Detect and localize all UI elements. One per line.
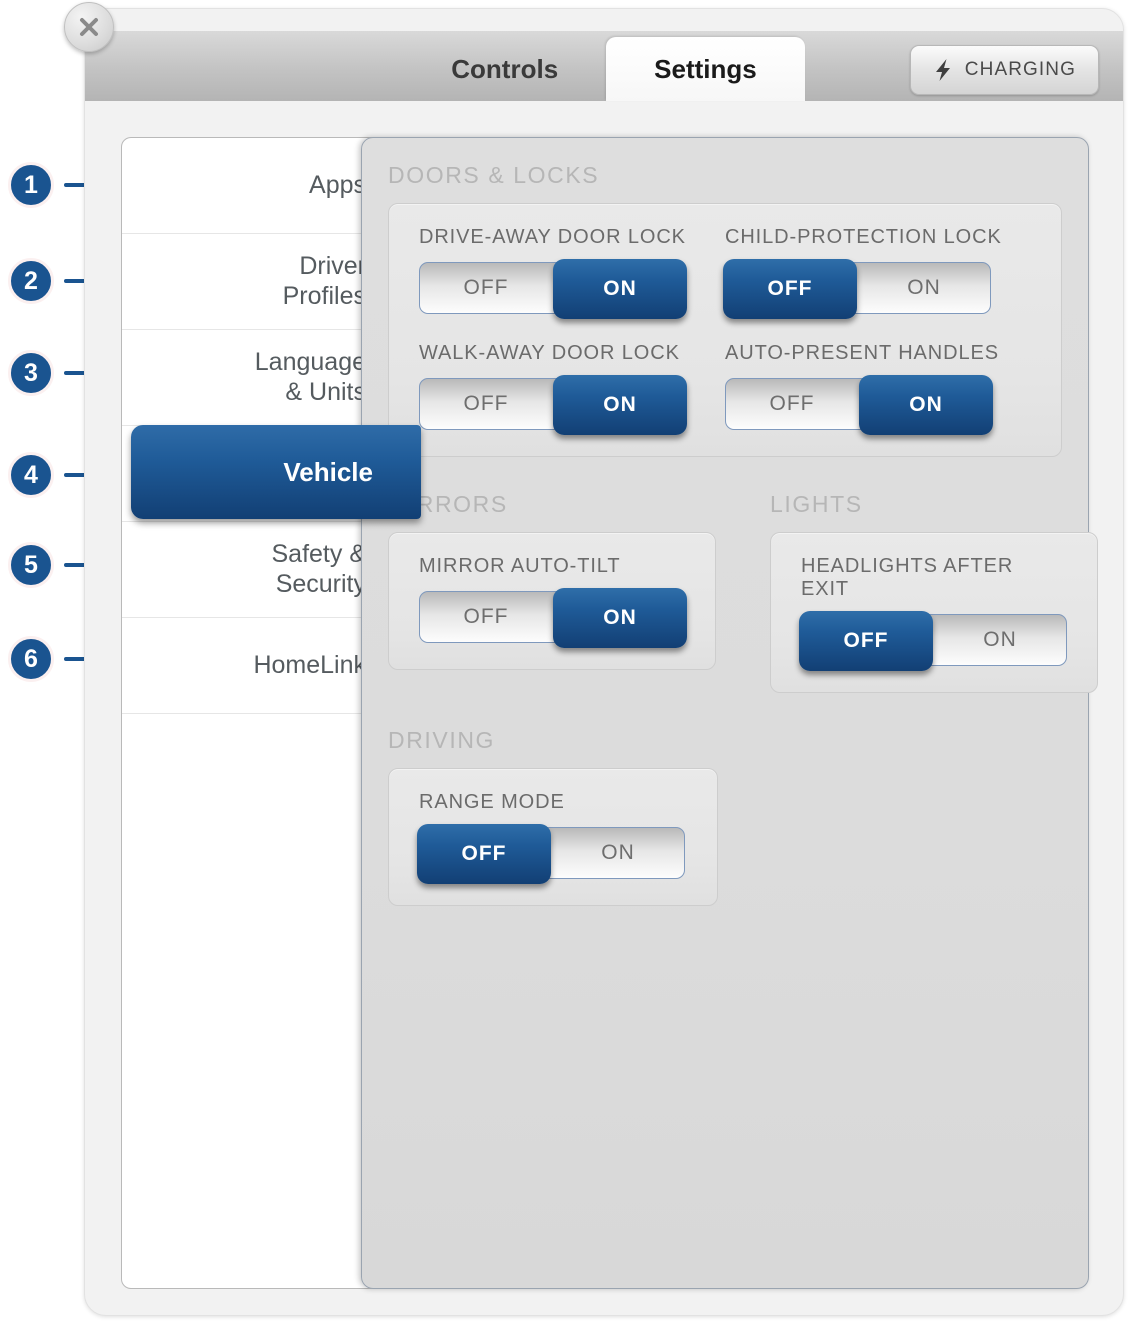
toggle-off-segment[interactable]: OFF — [420, 592, 552, 642]
charging-label: CHARGING — [964, 59, 1076, 80]
toggle-knob[interactable]: OFF — [417, 824, 551, 884]
toggle-knob[interactable]: OFF — [723, 259, 857, 319]
sidebar-item-driver-profiles[interactable]: Driver Profiles — [122, 234, 388, 330]
settings-sidebar: Apps Driver Profiles Language & Units Sa… — [121, 137, 389, 1289]
toggle-headlights-after-exit[interactable]: ON OFF — [799, 611, 1067, 671]
section-title-lights: LIGHTS — [770, 491, 863, 517]
sidebar-item-label: HomeLink — [253, 651, 366, 680]
doors-locks-card: DRIVE-AWAY DOOR LOCK OFF ON CHILD-PROTEC… — [388, 203, 1062, 457]
callout-badge-3: 3 — [8, 350, 54, 396]
sidebar-item-label-line2: & Units — [285, 377, 366, 406]
control-label: WALK-AWAY DOOR LOCK — [419, 342, 680, 364]
callout-badge-4: 4 — [8, 452, 54, 498]
toggle-knob[interactable]: ON — [859, 375, 993, 435]
toggle-knob[interactable]: ON — [553, 588, 687, 648]
control-walk-away-door-lock: WALK-AWAY DOOR LOCK OFF ON — [419, 342, 725, 435]
tab-controls[interactable]: Controls — [403, 37, 606, 101]
lightning-bolt-icon — [935, 59, 950, 81]
section-title-mirrors: MIRRORS — [388, 491, 508, 517]
toggle-walk-away-door-lock[interactable]: OFF ON — [419, 375, 687, 435]
callout-badge-5: 5 — [8, 542, 54, 588]
driving-card: RANGE MODE ON OFF — [388, 768, 718, 906]
control-headlights-after-exit: HEADLIGHTS AFTER EXIT ON OFF — [799, 555, 1067, 671]
control-mirror-auto-tilt: MIRROR AUTO-TILT OFF ON — [419, 555, 687, 648]
toggle-range-mode[interactable]: ON OFF — [417, 824, 685, 884]
sidebar-item-label-line1: Language — [254, 348, 366, 376]
section-title-driving: DRIVING — [388, 727, 496, 753]
settings-body: Apps Driver Profiles Language & Units Sa… — [121, 137, 1098, 1289]
toggle-off-segment[interactable]: OFF — [420, 263, 552, 313]
sidebar-item-apps[interactable]: Apps — [122, 138, 388, 234]
sidebar-item-label: Apps — [309, 171, 366, 200]
doors-locks-row-1: DRIVE-AWAY DOOR LOCK OFF ON CHILD-PROTEC… — [419, 226, 1031, 319]
sidebar-item-label-line1: Safety & — [271, 540, 367, 568]
toggle-child-protection-lock[interactable]: ON OFF — [723, 259, 991, 319]
control-label: AUTO-PRESENT HANDLES — [725, 342, 999, 364]
sidebar-item-label-line1: Driver — [299, 252, 366, 280]
toggle-on-segment[interactable]: ON — [552, 828, 684, 878]
toggle-on-segment[interactable]: ON — [858, 263, 990, 313]
control-drive-away-door-lock: DRIVE-AWAY DOOR LOCK OFF ON — [419, 226, 725, 319]
section-driving: DRIVING RANGE MODE ON OFF — [388, 727, 1062, 906]
section-lights: LIGHTS HEADLIGHTS AFTER EXIT ON OFF — [770, 491, 1098, 693]
close-button[interactable] — [64, 2, 114, 52]
toggle-drive-away-door-lock[interactable]: OFF ON — [419, 259, 687, 319]
control-auto-present-handles: AUTO-PRESENT HANDLES OFF ON — [725, 342, 1031, 435]
control-label: RANGE MODE — [419, 791, 565, 813]
callout-badge-2: 2 — [8, 258, 54, 304]
sidebar-item-homelink[interactable]: HomeLink — [122, 618, 388, 714]
section-doors-locks: DOORS & LOCKS DRIVE-AWAY DOOR LOCK OFF O… — [388, 162, 1062, 457]
sidebar-item-language-units[interactable]: Language & Units — [122, 330, 388, 426]
control-range-mode: RANGE MODE ON OFF — [417, 791, 687, 884]
control-label: MIRROR AUTO-TILT — [419, 555, 621, 577]
charging-status-button[interactable]: CHARGING — [909, 45, 1099, 95]
control-child-protection-lock: CHILD-PROTECTION LOCK ON OFF — [723, 226, 1031, 319]
vehicle-settings-panel: DOORS & LOCKS DRIVE-AWAY DOOR LOCK OFF O… — [361, 137, 1098, 1289]
callout-badge-6: 6 — [8, 636, 54, 682]
toggle-knob[interactable]: ON — [553, 259, 687, 319]
toggle-knob[interactable]: OFF — [799, 611, 933, 671]
doors-locks-row-2: WALK-AWAY DOOR LOCK OFF ON AUTO-PRESENT … — [419, 342, 1031, 435]
touchscreen-window: Controls Settings CHARGING Apps Driver P… — [84, 8, 1124, 1316]
section-title-doors-locks: DOORS & LOCKS — [388, 162, 600, 188]
close-icon — [80, 18, 98, 36]
lights-card: HEADLIGHTS AFTER EXIT ON OFF — [770, 532, 1098, 693]
toggle-off-segment[interactable]: OFF — [420, 379, 552, 429]
sidebar-filler — [122, 714, 388, 810]
sidebar-item-safety-security[interactable]: Safety & Security — [122, 522, 388, 618]
toggle-knob[interactable]: ON — [553, 375, 687, 435]
sidebar-item-vehicle[interactable]: Vehicle — [131, 425, 421, 519]
control-label: HEADLIGHTS AFTER EXIT — [801, 555, 1014, 600]
toggle-on-segment[interactable]: ON — [934, 615, 1066, 665]
mirrors-lights-row: MIRRORS MIRROR AUTO-TILT OFF ON LIGHTS H… — [388, 491, 1098, 693]
tab-settings[interactable]: Settings — [606, 37, 805, 101]
sidebar-item-label-line2: Security — [275, 569, 366, 598]
toggle-mirror-auto-tilt[interactable]: OFF ON — [419, 588, 687, 648]
control-label: DRIVE-AWAY DOOR LOCK — [419, 226, 686, 248]
section-mirrors: MIRRORS MIRROR AUTO-TILT OFF ON — [388, 491, 716, 693]
callout-badge-1: 1 — [8, 162, 54, 208]
mirrors-card: MIRROR AUTO-TILT OFF ON — [388, 532, 716, 670]
toggle-off-segment[interactable]: OFF — [726, 379, 858, 429]
sidebar-item-label: Vehicle — [283, 456, 373, 487]
tab-bar: Controls Settings CHARGING — [85, 31, 1123, 101]
sidebar-item-label-line2: Profiles — [282, 281, 366, 310]
toggle-auto-present-handles[interactable]: OFF ON — [725, 375, 993, 435]
control-label: CHILD-PROTECTION LOCK — [725, 226, 1002, 248]
